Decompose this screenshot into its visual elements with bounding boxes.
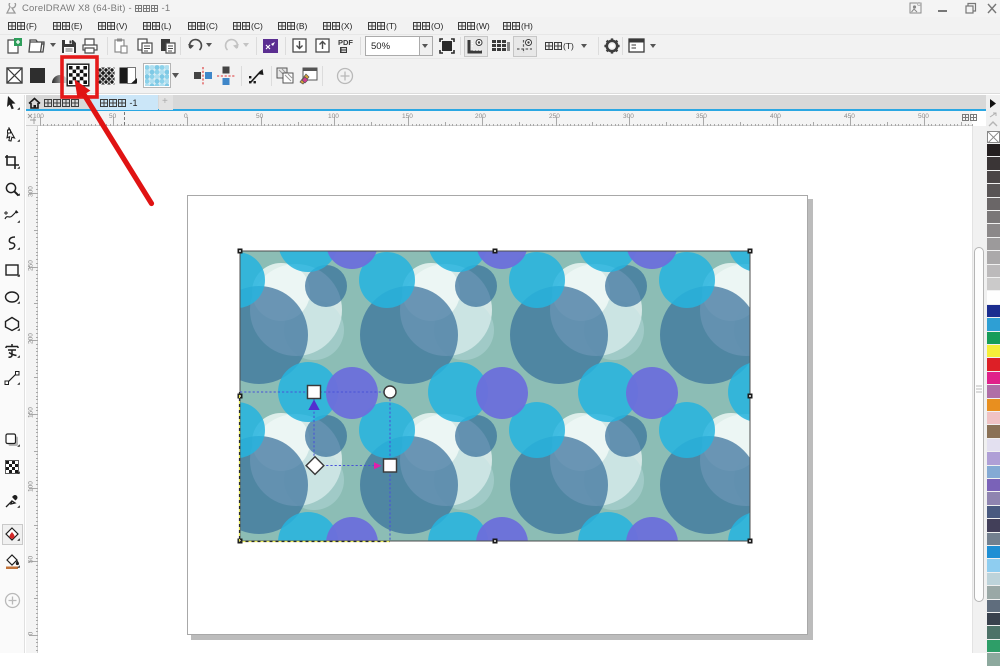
- svg-text:PDF: PDF: [338, 38, 353, 47]
